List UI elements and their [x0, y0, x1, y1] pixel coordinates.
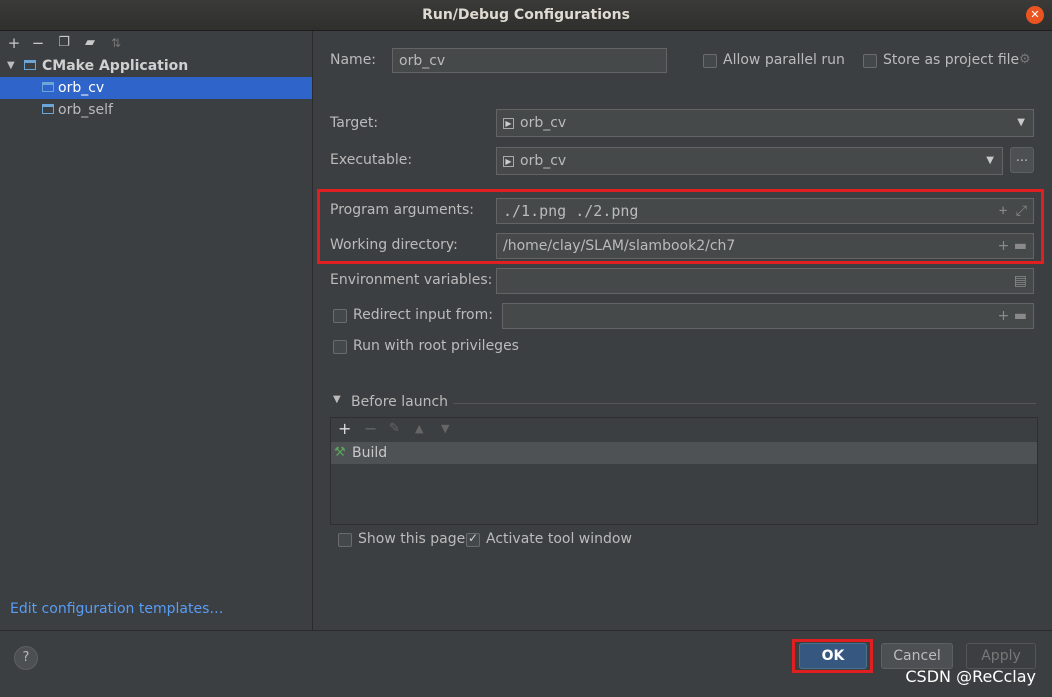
- tree-item-label: orb_self: [58, 102, 113, 118]
- activate-tool-window-label: Activate tool window: [486, 531, 632, 547]
- executable-icon: ▶: [503, 117, 514, 129]
- program-arguments-label: Program arguments:: [330, 202, 474, 218]
- title-bar: Run/Debug Configurations ✕: [0, 0, 1052, 31]
- edit-configuration-templates-link[interactable]: Edit configuration templates…: [10, 601, 223, 617]
- environment-variables-input[interactable]: ▤: [496, 268, 1034, 294]
- ok-button[interactable]: OK: [799, 643, 867, 669]
- show-this-page-label: Show this page: [358, 531, 466, 547]
- before-launch-panel: + − ✎ ▲ ▼ ⚒ Build: [330, 417, 1038, 525]
- chevron-down-icon[interactable]: ▼: [333, 394, 341, 405]
- executable-label: Executable:: [330, 152, 413, 168]
- environment-variables-label: Environment variables:: [330, 272, 493, 288]
- redirect-input-label: Redirect input from:: [353, 307, 493, 323]
- move-up-icon[interactable]: ▲: [415, 422, 423, 435]
- field-actions: + ▬: [998, 304, 1027, 328]
- remove-icon[interactable]: −: [28, 33, 48, 53]
- folder-icon[interactable]: ▬: [1014, 308, 1027, 324]
- program-arguments-value: ./1.png ./2.png: [503, 202, 639, 220]
- store-project-file-checkbox[interactable]: [863, 54, 877, 68]
- help-button[interactable]: ?: [14, 646, 38, 670]
- move-into-folder-icon[interactable]: ▰: [80, 33, 100, 53]
- executable-select[interactable]: ▶ orb_cv ▼: [496, 147, 1003, 175]
- working-directory-label: Working directory:: [330, 237, 458, 253]
- tree-item-orb-self[interactable]: orb_self: [0, 99, 312, 121]
- chevron-down-icon[interactable]: ▼: [986, 148, 994, 174]
- insert-macro-icon[interactable]: +: [999, 203, 1007, 219]
- activate-tool-window-checkbox[interactable]: [466, 531, 480, 547]
- separator: [453, 403, 1036, 404]
- edit-icon[interactable]: ✎: [389, 421, 400, 436]
- field-actions: + ⤢: [999, 199, 1027, 223]
- allow-parallel-checkbox[interactable]: [703, 54, 717, 68]
- close-icon[interactable]: ✕: [1026, 6, 1044, 24]
- chevron-down-icon[interactable]: ▼: [7, 55, 15, 77]
- watermark: CSDN @ReCclay: [905, 667, 1036, 686]
- store-project-file-label: Store as project file: [883, 52, 1020, 68]
- configuration-icon: [42, 82, 54, 92]
- target-select[interactable]: ▶ orb_cv ▼: [496, 109, 1034, 137]
- hammer-icon: ⚒: [334, 445, 346, 460]
- root-privileges-checkbox[interactable]: [333, 340, 347, 354]
- allow-parallel-label: Allow parallel run: [723, 52, 845, 68]
- tree-group-label: CMake Application: [42, 58, 189, 74]
- edit-variables-icon[interactable]: ▤: [1014, 273, 1027, 289]
- program-arguments-input[interactable]: ./1.png ./2.png + ⤢: [496, 198, 1034, 224]
- name-label: Name:: [330, 52, 377, 68]
- before-launch-title: Before launch: [351, 394, 449, 410]
- target-label: Target:: [330, 115, 379, 131]
- add-icon[interactable]: +: [338, 419, 351, 438]
- add-icon[interactable]: +: [4, 33, 24, 53]
- browse-executable-button[interactable]: ...: [1010, 147, 1034, 173]
- redirect-input-checkbox[interactable]: [333, 309, 347, 323]
- tree-item-label: orb_cv: [58, 80, 105, 96]
- gear-icon[interactable]: ⚙: [1019, 52, 1031, 67]
- before-launch-item-label: Build: [352, 445, 388, 461]
- redirect-input-field[interactable]: + ▬: [502, 303, 1034, 329]
- tree-item-orb-cv[interactable]: orb_cv: [0, 77, 312, 99]
- before-launch-toolbar: + − ✎ ▲ ▼: [331, 418, 1037, 442]
- insert-macro-icon[interactable]: +: [998, 308, 1010, 324]
- dialog-button-bar: ? OK Cancel Apply CSDN @ReCclay: [0, 630, 1052, 697]
- apply-button[interactable]: Apply: [966, 643, 1036, 669]
- executable-icon: ▶: [503, 155, 514, 167]
- working-directory-input[interactable]: /home/clay/SLAM/slambook2/ch7 + ▬: [496, 233, 1034, 259]
- configurations-tree-panel: + − ❐ ▰ ⇅ ▼ CMake Application orb_cv orb…: [0, 31, 313, 630]
- configuration-icon: [42, 104, 54, 114]
- expand-icon[interactable]: ⤢: [1016, 203, 1027, 219]
- sort-icon[interactable]: ⇅: [106, 33, 126, 53]
- executable-value: orb_cv: [520, 153, 567, 169]
- show-this-page-checkbox[interactable]: [338, 533, 352, 547]
- window-title: Run/Debug Configurations: [422, 7, 630, 23]
- field-actions: ▤: [1014, 269, 1027, 293]
- chevron-down-icon[interactable]: ▼: [1017, 110, 1025, 136]
- insert-macro-icon[interactable]: +: [998, 238, 1010, 254]
- remove-icon[interactable]: −: [364, 419, 377, 438]
- tree-group-cmake-application[interactable]: ▼ CMake Application: [0, 55, 312, 77]
- folder-icon[interactable]: ▬: [1014, 238, 1027, 254]
- before-launch-item[interactable]: ⚒ Build: [331, 442, 1037, 464]
- cmake-icon: [24, 60, 36, 70]
- copy-icon[interactable]: ❐: [54, 33, 74, 53]
- configuration-form: Name: orb_cv Allow parallel run Store as…: [313, 31, 1052, 630]
- field-actions: + ▬: [998, 234, 1027, 258]
- move-down-icon[interactable]: ▼: [441, 422, 449, 435]
- working-directory-value: /home/clay/SLAM/slambook2/ch7: [503, 238, 736, 254]
- name-input[interactable]: orb_cv: [392, 48, 667, 73]
- cancel-button[interactable]: Cancel: [881, 643, 953, 669]
- target-value: orb_cv: [520, 115, 567, 131]
- root-privileges-label: Run with root privileges: [353, 338, 519, 354]
